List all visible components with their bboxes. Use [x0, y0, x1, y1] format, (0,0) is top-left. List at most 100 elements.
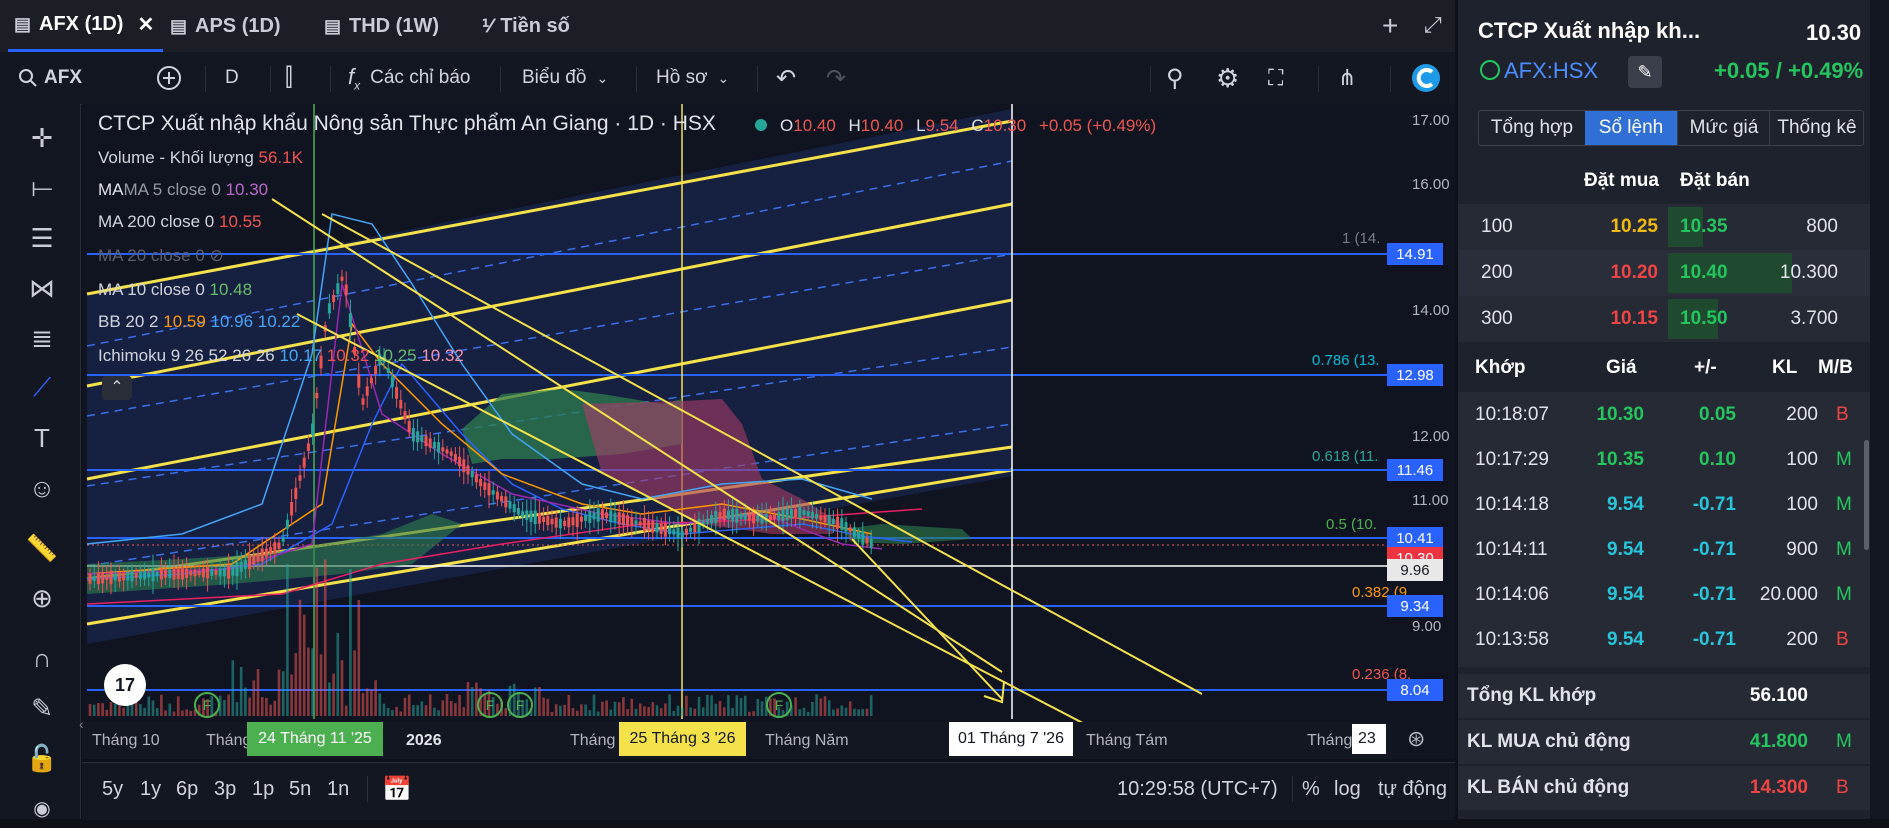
candle-body	[411, 428, 415, 442]
candle-body	[579, 516, 583, 522]
gear-icon[interactable]: ⚙	[1216, 52, 1239, 104]
tab-tong-hop[interactable]: Tổng hợp	[1479, 111, 1585, 145]
event-marker[interactable]: F	[766, 692, 792, 718]
lock-icon[interactable]: 🔓	[22, 738, 62, 778]
range-6p[interactable]: 6p	[176, 763, 198, 815]
candle-body	[147, 572, 151, 578]
tab-muc-gia[interactable]: Mức giá	[1677, 111, 1770, 145]
orderbook-row[interactable]: 300 10.15 10.50 3.700	[1458, 296, 1870, 342]
range-1y[interactable]: 1y	[140, 763, 161, 815]
interval-button[interactable]: D	[225, 52, 239, 104]
indicators-button[interactable]: fx Các chỉ báo	[348, 52, 470, 104]
pattern-icon[interactable]: ⋈	[22, 268, 62, 308]
candle-body	[390, 376, 394, 388]
candle-body	[693, 523, 697, 532]
candle-body	[840, 518, 844, 530]
candle-body	[399, 399, 403, 409]
trade-row[interactable]: 10:17:29 10.35 0.10 100 M	[1458, 437, 1858, 482]
eye-icon[interactable]: ◉	[22, 788, 62, 828]
quick-search-icon[interactable]: ⚲	[1166, 52, 1184, 104]
legend-ma5[interactable]: MAMA 5 close 0 10.30	[98, 180, 268, 200]
magnet-icon[interactable]: ∩	[22, 638, 62, 678]
trade-row[interactable]: 10:13:58 9.54 -0.71 200 B	[1458, 617, 1858, 662]
bottom-toolbar: 5y 1y 6p 3p 1p 5n 1n 📅 10:29:58 (UTC+7) …	[82, 762, 1455, 820]
volume-bar	[827, 700, 831, 716]
volume-bar	[130, 703, 134, 716]
clock-readout[interactable]: 10:29:58 (UTC+7)	[1117, 763, 1278, 815]
volume-bar	[760, 701, 764, 716]
range-5y[interactable]: 5y	[102, 763, 123, 815]
add-tab-icon[interactable]: +	[1382, 10, 1398, 42]
fib-label: 0.618 (11.	[1312, 448, 1379, 465]
auto-toggle[interactable]: tự động	[1378, 763, 1447, 815]
trade-row[interactable]: 10:14:11 9.54 -0.71 900 M	[1458, 527, 1858, 572]
tab-aps[interactable]: ▤ APS (1D)	[170, 0, 281, 52]
text-icon[interactable]: T	[22, 418, 62, 458]
candles-icon[interactable]: ⫿	[285, 52, 293, 104]
chart-pane[interactable]: CTCP Xuất nhập khẩu Nông sản Thực phẩm A…	[79, 104, 1455, 759]
tab-tien-so[interactable]: ⅟ Tiền số	[482, 0, 570, 52]
range-1n[interactable]: 1n	[327, 763, 349, 815]
scroll-left-icon[interactable]: ‹	[79, 716, 84, 732]
range-5n[interactable]: 5n	[289, 763, 311, 815]
range-3p[interactable]: 3p	[214, 763, 236, 815]
legend-ichimoku[interactable]: Ichimoku 9 26 52 26 26 10.17 10.32 10.25…	[98, 346, 464, 366]
chart-menu-button[interactable]: Biểu đồ ⌄	[522, 52, 608, 104]
legend-ma10[interactable]: MA 10 close 0 10.48	[98, 280, 252, 300]
emoji-icon[interactable]: ☺	[22, 468, 62, 508]
redo-icon[interactable]: ↷	[826, 52, 846, 104]
log-toggle[interactable]: log	[1334, 763, 1361, 815]
event-marker[interactable]: F	[507, 692, 533, 718]
orderbook-row[interactable]: 200 10.20 10.40 10.300	[1458, 250, 1870, 296]
collapse-legend-button[interactable]: ⌃	[102, 376, 132, 400]
tab-so-lenh[interactable]: Sổ lệnh	[1585, 111, 1677, 145]
tab-thong-ke[interactable]: Thống kê	[1769, 111, 1864, 145]
tab-thd[interactable]: ▤ THD (1W)	[324, 0, 439, 52]
range-1p[interactable]: 1p	[252, 763, 274, 815]
candle-body	[407, 421, 411, 433]
brand-logo-icon[interactable]: 17	[104, 664, 146, 706]
orderbook-row[interactable]: 100 10.25 10.35 800	[1458, 204, 1870, 250]
lines-icon[interactable]: ☰	[22, 218, 62, 258]
ruler-icon[interactable]: 📏	[22, 528, 62, 568]
compare-button[interactable]	[155, 52, 183, 104]
maximize-icon[interactable]: ⤢	[1424, 12, 1442, 38]
legend-ma200[interactable]: MA 200 close 0 10.55	[98, 212, 262, 232]
symbol-search[interactable]: AFX	[18, 52, 82, 104]
volume-bar	[433, 707, 436, 716]
undo-icon[interactable]: ↶	[776, 52, 796, 104]
volume-bar	[185, 709, 188, 716]
fib-icon[interactable]: ≣	[22, 318, 62, 358]
summary-list: Tổng KL khớp 56.100 KL MUA chủ động 41.800 M…	[1458, 674, 1870, 819]
pencil-lock-icon[interactable]: ✎	[22, 688, 62, 728]
event-marker[interactable]: F	[477, 692, 503, 718]
percent-toggle[interactable]: %	[1302, 763, 1320, 815]
pencil-icon[interactable]: ✎	[1628, 56, 1662, 88]
candle-body	[185, 568, 189, 578]
scrollbar[interactable]	[1864, 440, 1869, 550]
legend-volume[interactable]: Volume - Khối lượng 56.1K	[98, 148, 303, 168]
summary-value: 56.100	[1749, 685, 1808, 706]
tab-afx[interactable]: ▤ AFX (1D) ✕	[8, 0, 163, 52]
share-icon[interactable]: ⋔	[1338, 52, 1356, 104]
volume-bar	[609, 709, 613, 716]
trendline-icon[interactable]: ⟋	[22, 368, 62, 408]
fullscreen-icon[interactable]: ⛶	[1268, 52, 1283, 104]
trade-row[interactable]: 10:14:18 9.54 -0.71 100 M	[1458, 482, 1858, 527]
horizontal-line-icon[interactable]: ⟝	[22, 168, 62, 208]
close-icon[interactable]: ✕	[137, 12, 154, 37]
date-range-icon[interactable]: 📅	[382, 763, 412, 815]
legend-bb[interactable]: BB 20 2 10.59 10.96 10.22	[98, 312, 300, 332]
crosshair-icon[interactable]: ✛	[22, 118, 62, 158]
legend-ma20-hidden[interactable]: MA 20 close 0 ⊘	[98, 246, 224, 266]
eye-off-icon[interactable]: ⊘	[210, 246, 224, 265]
candle-body	[626, 515, 630, 526]
zoom-in-icon[interactable]: ⊕	[22, 578, 62, 618]
trade-row[interactable]: 10:14:06 9.54 -0.71 20.000 M	[1458, 572, 1858, 617]
settings-axis-icon[interactable]: ⊛	[1407, 726, 1425, 752]
trade-row[interactable]: 10:18:07 10.30 0.05 200 B	[1458, 392, 1858, 437]
event-marker[interactable]: F	[194, 692, 220, 718]
profile-menu-button[interactable]: Hồ sơ ⌄	[656, 52, 729, 104]
ticker-link[interactable]: AFX:HSX	[1504, 58, 1598, 84]
summary-label: KL MUA chủ động	[1467, 731, 1631, 752]
